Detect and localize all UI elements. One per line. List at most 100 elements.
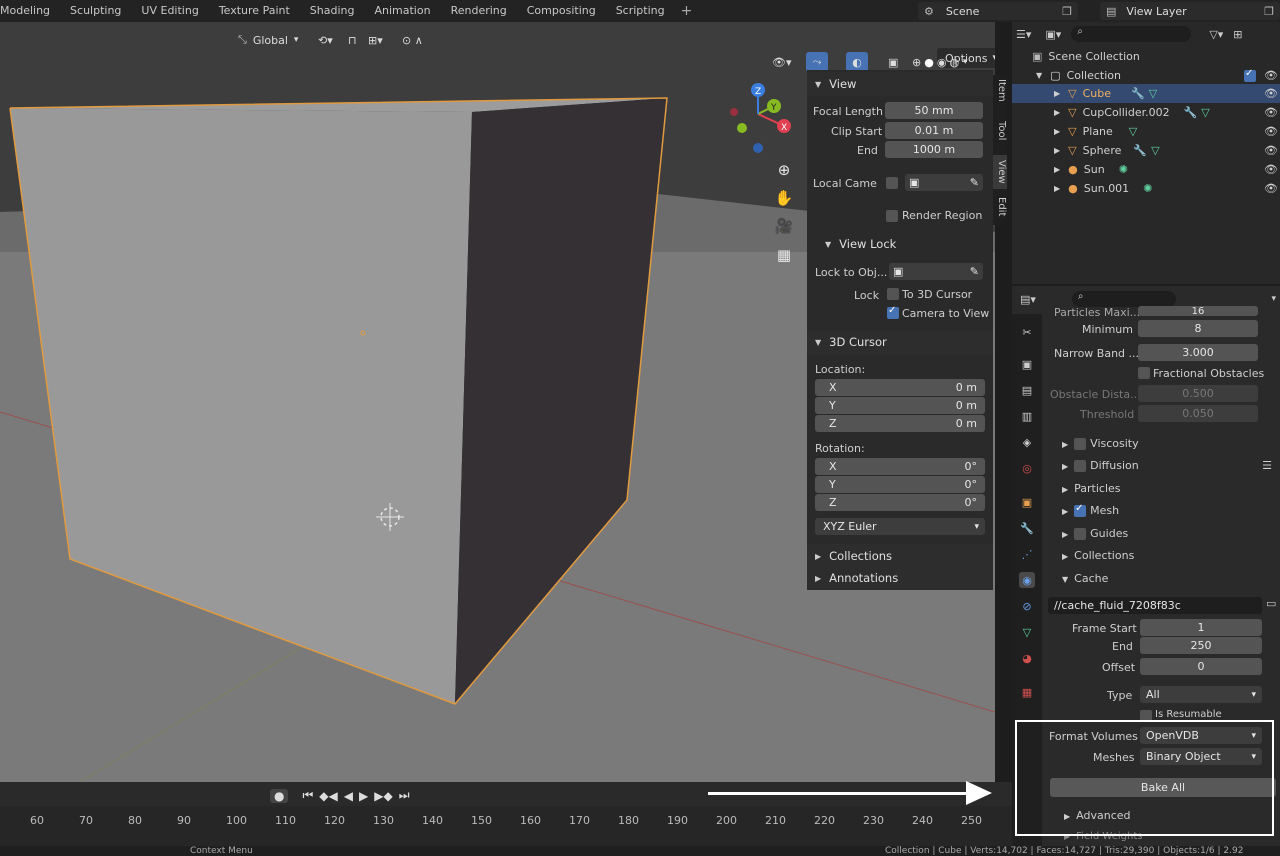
outliner-item-sun[interactable]: ▶ ● Sun ✺ 👁 — [1012, 160, 1280, 179]
scene-collection-row[interactable]: ▣ Scene Collection — [1012, 47, 1280, 66]
search-field[interactable]: ⌕ — [1071, 26, 1192, 42]
camera-to-view-checkbox[interactable] — [887, 305, 899, 319]
xray-toggle[interactable]: ▣ — [888, 52, 898, 72]
tab-compositing[interactable]: Compositing — [517, 0, 606, 22]
local-camera-checkbox[interactable] — [886, 177, 898, 189]
new-scene-icon[interactable]: ❐ — [1062, 5, 1072, 18]
record-icon[interactable]: ● — [270, 788, 289, 803]
tab-animation[interactable]: Animation — [364, 0, 440, 22]
diffusion-checkbox[interactable] — [1074, 460, 1087, 472]
proportional-edit-toggle[interactable]: ⊙ ∧ — [402, 30, 423, 50]
tab-scripting[interactable]: Scripting — [606, 0, 675, 22]
visibility-dropdown[interactable]: 👁▾ — [772, 52, 792, 72]
rendered-shading-icon[interactable]: ◍ — [949, 56, 959, 69]
collections-section-header[interactable]: ▶ Collections — [807, 544, 993, 568]
pivot-dropdown[interactable]: ⟲▾ — [318, 30, 333, 50]
gizmo-toggle[interactable]: ⤳ — [806, 52, 828, 72]
tool-tab-icon[interactable]: ✂ — [1019, 324, 1035, 340]
folder-icon[interactable]: ▭ — [1266, 597, 1276, 610]
render-region-checkbox[interactable] — [886, 210, 898, 222]
object-tab-icon[interactable]: ▣ — [1019, 494, 1035, 510]
cache-type-dropdown[interactable]: All ▾ — [1140, 686, 1262, 703]
mesh-checkbox[interactable] — [1074, 503, 1087, 517]
cursor-rotation-x[interactable]: X 0° — [815, 458, 985, 475]
obstacle-distance-field[interactable]: 0.500 — [1138, 385, 1258, 402]
tab-tool[interactable]: Tool — [991, 121, 1007, 140]
output-tab-icon[interactable]: ▤ — [1019, 382, 1035, 398]
offset-field[interactable]: 0 — [1140, 658, 1262, 675]
eye-icon[interactable]: 👁 — [1264, 144, 1278, 157]
mesh-data-tab-icon[interactable]: ▽ — [1019, 624, 1035, 640]
display-mode-icon[interactable]: ☰▾ — [1016, 28, 1031, 41]
play-icon[interactable]: ▶ — [359, 789, 368, 803]
cache-subpanel[interactable]: ▼ Cache — [1062, 572, 1108, 585]
cursor-location-x[interactable]: X 0 m — [815, 379, 985, 396]
guides-checkbox[interactable] — [1074, 528, 1087, 540]
tab-sculpting[interactable]: Sculpting — [60, 0, 131, 22]
particles-max-field[interactable]: 16 — [1138, 306, 1258, 317]
outliner-item-plane[interactable]: ▶ ▽ Plane ▽ 👁 — [1012, 122, 1280, 141]
scene-tab-icon[interactable]: ◈ — [1019, 434, 1035, 450]
particles-tab-icon[interactable]: ⋰ — [1019, 546, 1035, 562]
hand-pan-icon[interactable]: ✋ — [773, 187, 795, 209]
orientation-dropdown[interactable]: ⤡ Global ▾ — [238, 30, 298, 50]
render-tab-icon[interactable]: ▣ — [1019, 356, 1035, 372]
eye-icon[interactable]: 👁 — [1264, 106, 1278, 119]
guides-subpanel[interactable]: ▶ Guides — [1062, 527, 1128, 540]
next-keyframe-icon[interactable]: ▶◆ — [374, 789, 392, 803]
filter-icon[interactable]: ▽▾ — [1209, 28, 1223, 41]
rotation-mode-dropdown[interactable]: XYZ Euler ▾ — [815, 518, 985, 535]
snap-toggle[interactable]: ⊓ — [348, 30, 357, 50]
timeline-ruler[interactable] — [0, 806, 1012, 846]
eye-icon[interactable]: 👁 — [1264, 69, 1278, 82]
mesh-subpanel[interactable]: ▶ Mesh — [1062, 503, 1119, 517]
diffusion-subpanel[interactable]: ▶ Diffusion ☰ — [1062, 459, 1272, 472]
navigation-gizmo[interactable]: X Y Z — [724, 78, 794, 158]
cache-directory-field[interactable]: //cache_fluid_7208f83c — [1048, 597, 1262, 614]
clip-end-field[interactable]: 1000 m — [885, 141, 983, 158]
jump-end-icon[interactable]: ⏭ — [399, 788, 410, 803]
scene-selector[interactable]: ⚙ Scene ❐ — [918, 2, 1078, 20]
snap-dropdown[interactable]: ⊞▾ — [368, 30, 383, 50]
view-section-header[interactable]: ▼ View — [807, 72, 993, 96]
jump-start-icon[interactable]: ⏮ — [302, 788, 313, 803]
outliner-item-sphere[interactable]: ▶ ▽ Sphere 🔧 ▽ 👁 — [1012, 141, 1280, 160]
clip-start-field[interactable]: 0.01 m — [885, 122, 983, 139]
cursor-rotation-z[interactable]: Z 0° — [815, 494, 985, 511]
ortho-grid-icon[interactable]: ▦ — [773, 244, 795, 266]
material-tab-icon[interactable]: ◕ — [1019, 650, 1035, 666]
eye-icon[interactable]: 👁 — [1264, 182, 1278, 195]
new-view-layer-icon[interactable]: ❐ — [1264, 5, 1274, 18]
fractional-obstacles-checkbox[interactable] — [1138, 367, 1150, 379]
minimum-field[interactable]: 8 — [1138, 320, 1258, 337]
wireframe-shading-icon[interactable]: ⊕ — [912, 56, 921, 69]
particles-subpanel[interactable]: ▶ Particles — [1062, 482, 1121, 495]
eyedropper-icon[interactable]: ✎ — [970, 265, 979, 278]
new-collection-icon[interactable]: ⊞ — [1233, 28, 1242, 41]
to-3d-cursor-checkbox[interactable] — [887, 288, 899, 300]
tab-view[interactable]: View — [991, 155, 1007, 189]
outliner-item-cube[interactable]: ▶ ▽ Cube 🔧 ▽ 👁 — [1012, 84, 1280, 103]
annotations-section-header[interactable]: ▶ Annotations — [807, 566, 993, 590]
solid-shading-icon[interactable]: ● — [924, 56, 934, 69]
filter-view-icon[interactable]: ▣▾ — [1045, 28, 1061, 41]
tab-modeling[interactable]: Modeling — [0, 0, 60, 22]
tab-shading[interactable]: Shading — [300, 0, 365, 22]
focal-length-field[interactable]: 50 mm — [885, 102, 983, 119]
frame-end-field[interactable]: 250 — [1140, 637, 1262, 654]
viscosity-subpanel[interactable]: ▶ Viscosity — [1062, 437, 1139, 450]
eye-icon[interactable]: 👁 — [1264, 87, 1278, 100]
shading-modes[interactable]: ⊕ ● ◉ ◍ ▾ — [912, 52, 968, 72]
modifier-wrench-icon[interactable]: 🔧 — [1019, 520, 1035, 536]
viscosity-checkbox[interactable] — [1074, 438, 1087, 450]
tab-item[interactable]: Item — [991, 79, 1007, 102]
cursor-location-z[interactable]: Z 0 m — [815, 415, 985, 432]
outliner-item-cupcollider[interactable]: ▶ ▽ CupCollider.002 🔧 ▽ 👁 — [1012, 103, 1280, 122]
threshold-field[interactable]: 0.050 — [1138, 405, 1258, 422]
list-menu-icon[interactable]: ☰ — [1262, 459, 1272, 472]
view-lock-header[interactable]: ▼ View Lock — [807, 232, 993, 256]
eyedropper-icon[interactable]: ✎ — [970, 176, 979, 189]
collection-row[interactable]: ▼ ▢ Collection 👁 — [1012, 66, 1280, 85]
chevron-down-icon[interactable]: ▾ — [963, 57, 968, 67]
tab-uv-editing[interactable]: UV Editing — [131, 0, 208, 22]
